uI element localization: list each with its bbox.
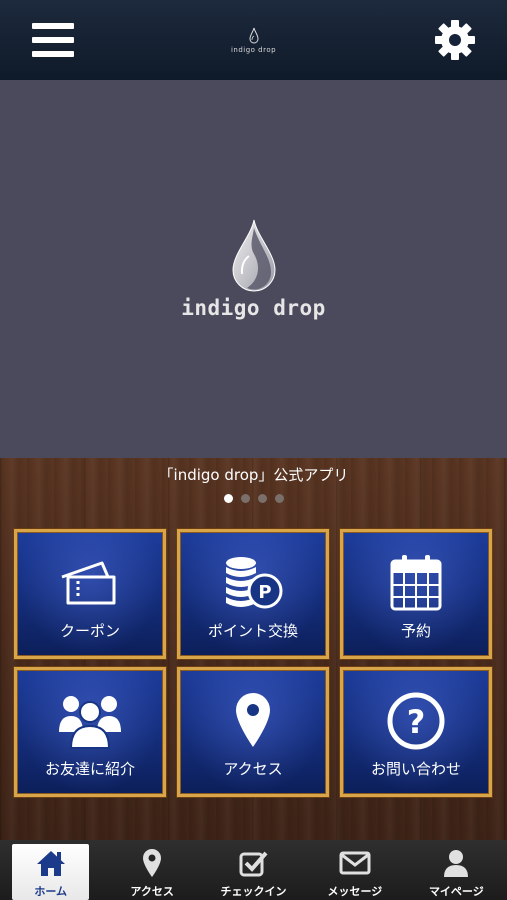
coupon-button[interactable]: クーポン [14,529,166,659]
contact-button[interactable]: ? お問い合わせ [340,667,492,797]
tab-message[interactable]: メッセージ [304,840,405,900]
group-icon [59,696,121,749]
svg-text:P: P [258,582,271,603]
hero-brand-text: indigo drop [181,296,326,320]
tab-home[interactable]: ホーム [0,840,101,900]
coupon-label: クーポン [59,622,120,640]
coins-icon: P [226,557,283,609]
tab-message-label: メッセージ [327,885,383,898]
carousel-dots [0,494,507,503]
hamburger-icon[interactable] [32,23,74,57]
tab-mypage-label: マイページ [428,885,484,898]
gear-icon[interactable] [433,18,477,62]
carousel-dot[interactable] [240,494,250,503]
refer-friends-label: お友達に紹介 [44,760,135,778]
checkbox-icon [239,851,268,877]
tab-access[interactable]: アクセス [101,840,202,900]
reservation-label: 予約 [400,622,431,640]
menu-grid: クーポン P ポイント交換 予約 お友達に紹介 アクセス ? お問い合わせ [14,529,492,797]
contact-label: お問い合わせ [370,760,461,778]
refer-friends-button[interactable]: お友達に紹介 [14,667,166,797]
tab-access-label: アクセス [130,885,174,898]
menu-panel: 「indigo drop」公式アプリ クーポン P ポイント交換 予約 お友達に… [0,458,507,840]
access-button[interactable]: アクセス [177,667,329,797]
header-logo: indigo drop [231,27,276,54]
point-exchange-label: ポイント交換 [207,622,298,640]
calendar-icon [390,555,442,611]
point-exchange-button[interactable]: P ポイント交換 [177,529,329,659]
map-pin-icon [143,849,162,877]
water-drop-logo [231,219,276,292]
reservation-button[interactable]: 予約 [340,529,492,659]
water-drop-icon [248,27,259,43]
banner-caption: 「indigo drop」公式アプリ [158,466,349,484]
map-pin-icon [236,693,270,747]
header-logo-text: indigo drop [230,45,277,54]
carousel-dot[interactable] [223,494,233,503]
tab-checkin-label: チェックイン [220,885,287,898]
tab-checkin[interactable]: チェックイン [203,840,304,900]
carousel-dot[interactable] [257,494,267,503]
tab-home-label: ホーム [34,885,68,898]
access-label: アクセス [223,760,283,778]
user-icon [444,850,469,877]
tab-mypage[interactable]: マイページ [406,840,507,900]
envelope-icon [339,851,371,875]
bottom-tab-bar: ホーム アクセス チェックイン メッセージ マイページ [0,840,507,900]
app-header: indigo drop [0,0,507,80]
ticket-icon [61,561,116,605]
hero-banner[interactable]: indigo drop [0,80,507,458]
carousel-dot[interactable] [274,494,284,503]
home-icon [36,851,65,876]
question-icon: ? [387,692,445,750]
svg-text:?: ? [407,703,426,741]
